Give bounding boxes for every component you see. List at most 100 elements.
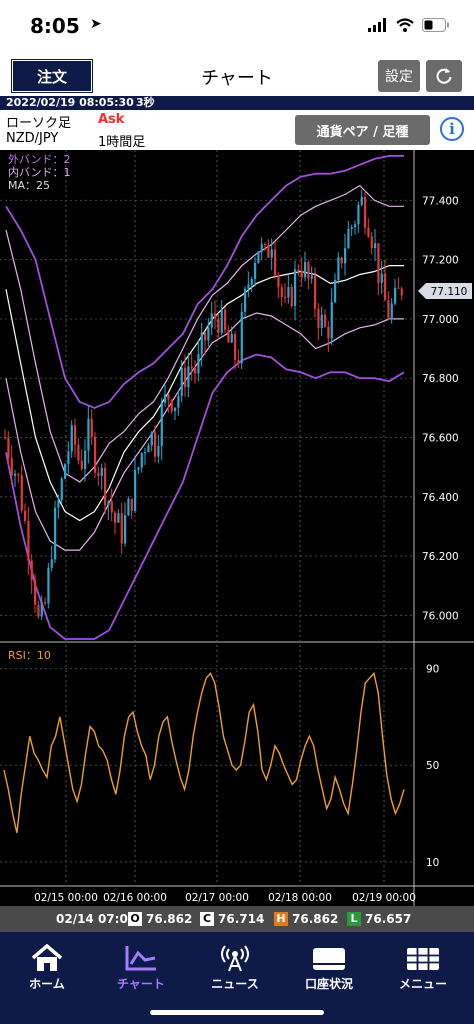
tab-menu[interactable]: メニュー (376, 932, 470, 992)
home-indicator (150, 1010, 324, 1015)
candle (257, 251, 260, 263)
info-icon[interactable]: i (440, 117, 464, 141)
candle (364, 196, 367, 228)
candle (230, 333, 233, 343)
y-tick-label: 76.200 (422, 551, 459, 563)
candle (110, 501, 113, 513)
location-arrow-icon: ➤ (90, 16, 102, 32)
candle (380, 273, 383, 283)
x-tick-label: 02/17 00:00 (185, 892, 249, 904)
candle (367, 227, 370, 237)
candle (344, 248, 347, 264)
menu-icon (407, 948, 439, 970)
candle (340, 257, 343, 264)
y-tick-label: 76.800 (422, 373, 459, 385)
candle (124, 515, 127, 544)
candle (150, 432, 153, 446)
candle (360, 196, 363, 205)
ohlc-date: 02/14 07:00 (56, 912, 137, 926)
price-type-label: Ask (98, 112, 125, 127)
candle (274, 249, 277, 276)
timeframe-label: 1時間足 (98, 135, 146, 150)
candle (77, 444, 80, 461)
candle (160, 402, 163, 446)
ohlc-high-key: H (274, 912, 288, 926)
candle (20, 475, 23, 511)
candle (347, 228, 350, 249)
tab-chart[interactable]: チャート (94, 932, 188, 992)
candle (17, 473, 20, 476)
refresh-button[interactable] (426, 60, 462, 92)
candle (320, 314, 323, 328)
candle (70, 425, 73, 452)
candle (174, 407, 177, 412)
candle (104, 467, 107, 506)
settings-button[interactable]: 設定 (378, 60, 420, 92)
candle (130, 498, 133, 512)
candle (184, 367, 187, 387)
candle (84, 450, 87, 470)
price-chart[interactable]: 02/15 00:00 02/16 00:00 02/17 00:00 02/18 0… (0, 150, 474, 906)
candle (214, 313, 217, 319)
update-info-bar: 2022/02/19 08:05:30 3秒 (0, 96, 474, 110)
candle (377, 243, 380, 283)
candle (314, 275, 317, 309)
tab-menu-label: メニュー (398, 977, 447, 991)
candle (270, 249, 273, 258)
status-time: 8:05 (30, 14, 80, 38)
current-price-tag: 77.110 (418, 283, 472, 299)
candle (194, 367, 197, 374)
candle (220, 309, 223, 333)
current-price-label: 77.110 (431, 286, 468, 298)
candle (40, 602, 43, 617)
candle (117, 513, 120, 523)
candle (120, 513, 123, 544)
candle (337, 257, 340, 280)
candle (350, 227, 353, 229)
ohlc-low: L 76.657 (347, 912, 411, 926)
ohlc-low-value: 76.657 (365, 912, 412, 926)
tab-news-label: ニュース (211, 977, 259, 991)
candle (164, 394, 167, 403)
candle (310, 275, 313, 279)
candle (60, 478, 63, 501)
candle (80, 460, 83, 470)
tab-news[interactable]: ニュース (188, 932, 282, 992)
rsi-title: RSI：10 (8, 649, 51, 662)
pair-timeframe-button[interactable]: 通貨ペア / 足種 (295, 115, 430, 145)
nav-bar: 注文 チャート 設定 (0, 56, 474, 96)
candle (244, 288, 247, 312)
candle (144, 452, 147, 454)
ohlc-open: O 76.862 (128, 912, 192, 926)
candle (290, 286, 293, 307)
candle (250, 278, 253, 285)
candle (400, 288, 403, 296)
y-tick-label: 77.000 (422, 314, 459, 326)
y-tick-label: 76.600 (422, 432, 459, 444)
wifi-icon (396, 18, 414, 32)
candle (177, 395, 180, 408)
rsi-tick-label: 50 (426, 760, 439, 772)
candle (14, 473, 17, 476)
candle (137, 467, 140, 470)
signal-icon (368, 18, 386, 32)
candle (90, 418, 93, 437)
candle (67, 451, 70, 465)
tab-account[interactable]: 口座状況 (282, 932, 376, 992)
y-tick-label: 76.000 (422, 610, 459, 622)
candle (24, 510, 27, 521)
candle (304, 262, 307, 278)
tab-account-label: 口座状況 (304, 977, 353, 991)
candle (374, 243, 377, 249)
ohlc-close: C 76.714 (200, 912, 264, 926)
candle (300, 270, 303, 278)
candle (154, 432, 157, 457)
legend-outer-band: 外バンド：2 (8, 153, 71, 166)
y-tick-label: 77.200 (422, 255, 459, 267)
candle (54, 507, 57, 560)
candle (370, 236, 373, 249)
ohlc-open-key: O (128, 912, 142, 926)
tab-home[interactable]: ホーム (0, 932, 94, 992)
candle-type-label: ローソク足 (6, 116, 72, 131)
candle (197, 354, 200, 374)
